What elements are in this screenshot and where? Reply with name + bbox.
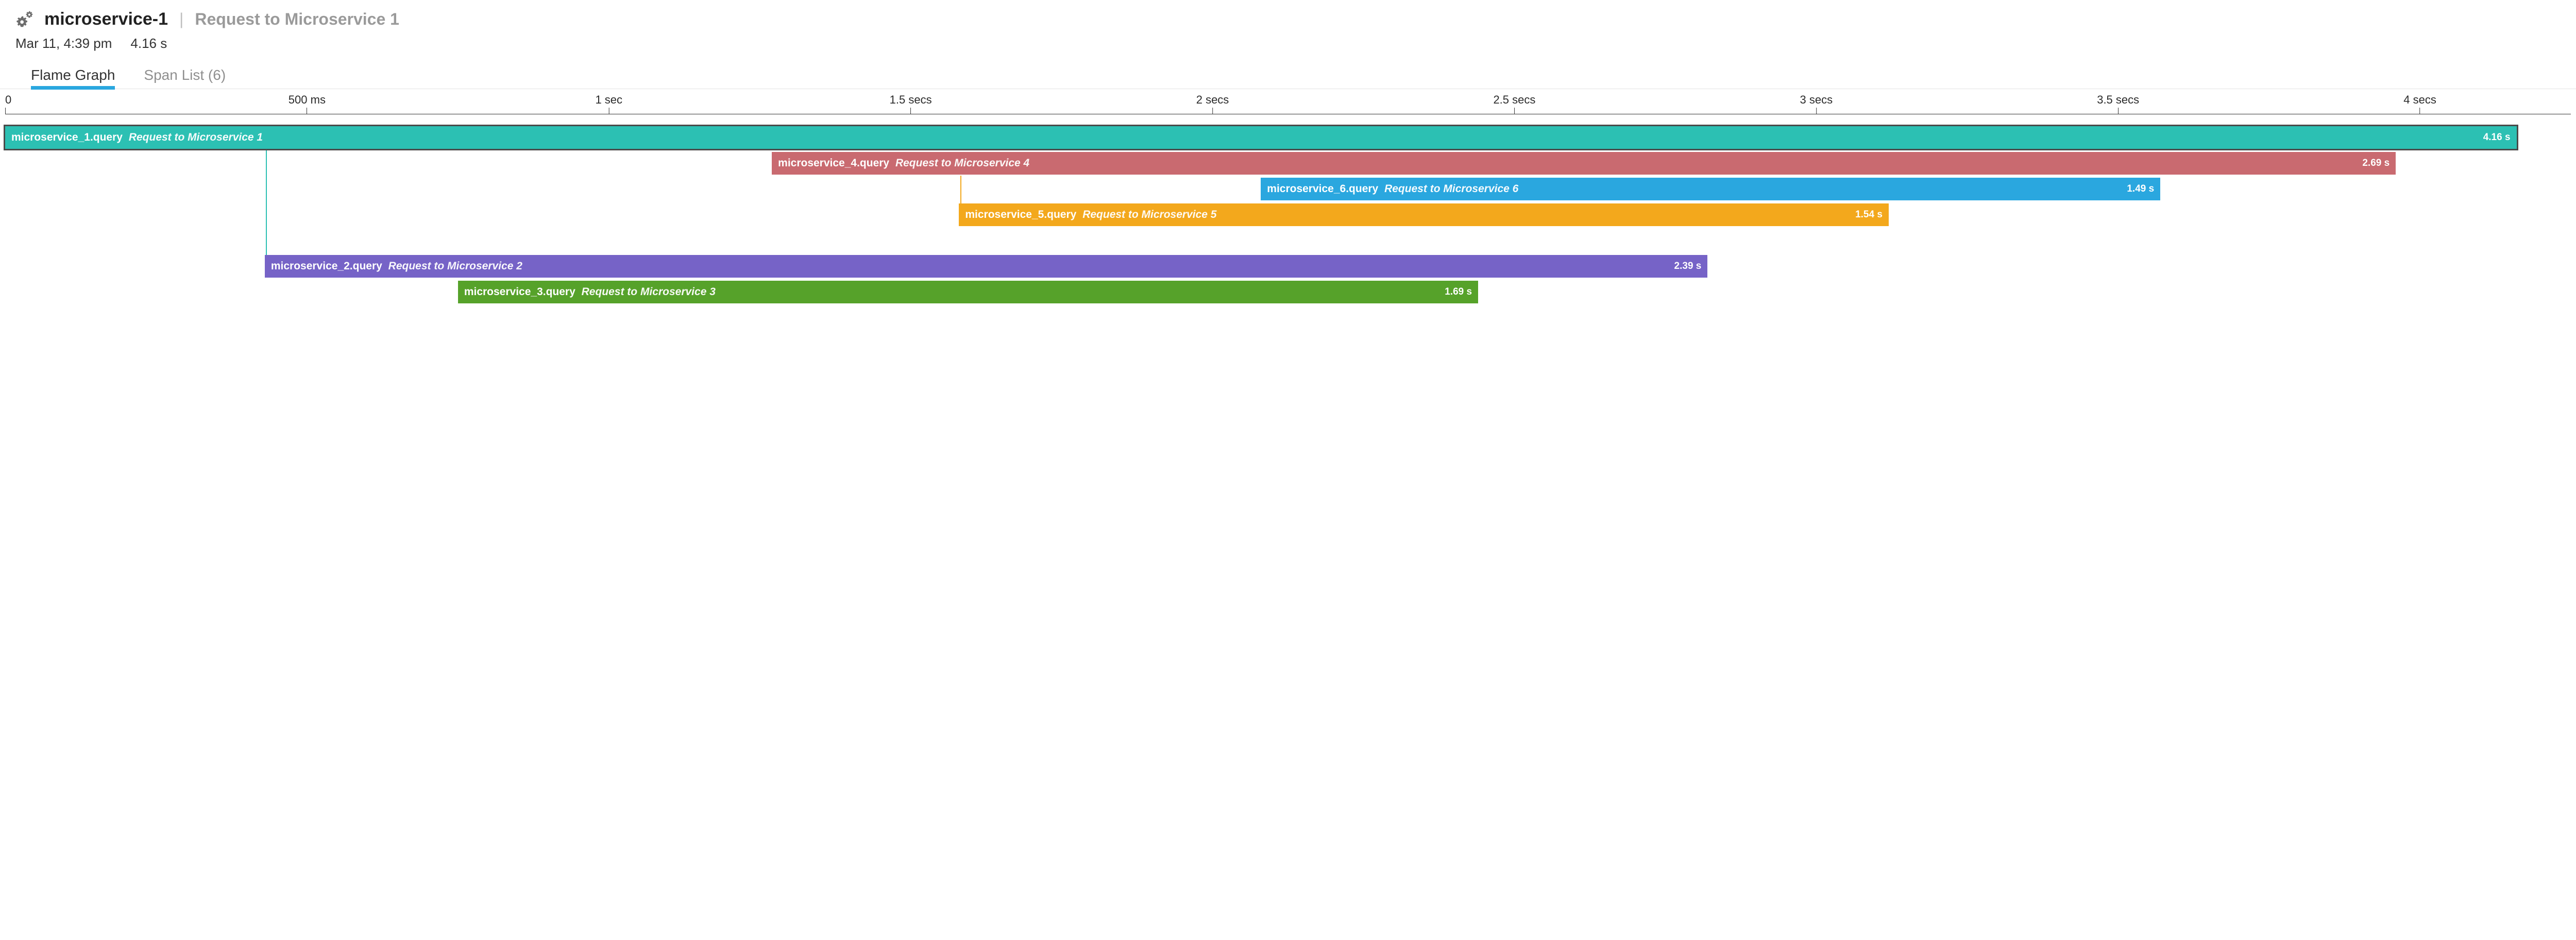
span-description: Request to Microservice 6 <box>1384 183 1518 195</box>
axis-tick: 1 sec <box>595 93 622 114</box>
axis-tick: 3 secs <box>1800 93 1833 114</box>
span-description: Request to Microservice 2 <box>388 260 522 272</box>
span-duration: 1.54 s <box>1855 209 1883 220</box>
axis-tick: 2 secs <box>1196 93 1229 114</box>
trace-subheader: Mar 11, 4:39 pm 4.16 s <box>0 32 2576 53</box>
trace-total-duration: 4.16 s <box>130 36 167 52</box>
gears-icon <box>15 10 35 29</box>
span-bar[interactable]: microservice_3.query Request to Microser… <box>458 281 1478 303</box>
span-operation: microservice_5.query <box>965 209 1079 220</box>
span-description: Request to Microservice 5 <box>1082 209 1216 220</box>
service-name: microservice-1 <box>44 9 168 29</box>
axis-tick-label: 1 sec <box>595 93 622 107</box>
axis-tick-label: 2.5 secs <box>1493 93 1535 107</box>
span-duration: 1.69 s <box>1445 286 1472 298</box>
trace-timestamp: Mar 11, 4:39 pm <box>15 36 112 52</box>
axis-tick-label: 2 secs <box>1196 93 1229 107</box>
axis-tick-label: 0 <box>5 93 11 107</box>
axis-tick-label: 500 ms <box>289 93 326 107</box>
axis-tick-label: 3.5 secs <box>2097 93 2139 107</box>
span-connector <box>266 150 267 256</box>
flame-graph: microservice_1.query Request to Microser… <box>0 126 2576 306</box>
span-duration: 4.16 s <box>2483 132 2511 143</box>
span-bar[interactable]: microservice_4.query Request to Microser… <box>772 152 2396 175</box>
axis-tick-label: 1.5 secs <box>890 93 932 107</box>
axis-tick-label: 4 secs <box>2403 93 2436 107</box>
axis-tick-label: 3 secs <box>1800 93 1833 107</box>
tab-span-list[interactable]: Span List (6) <box>144 67 226 89</box>
span-description: Request to Microservice 3 <box>582 286 716 298</box>
time-axis: 0 500 ms 1 sec 1.5 secs 2 secs 2.5 secs 3 secs… <box>0 93 2576 119</box>
flame-graph-inner: microservice_1.query Request to Microser… <box>5 126 2571 306</box>
axis-tick: 500 ms <box>289 93 326 114</box>
span-duration: 1.49 s <box>2127 183 2154 195</box>
axis-tick: 1.5 secs <box>890 93 932 114</box>
axis-tick: 2.5 secs <box>1493 93 1535 114</box>
trace-header: microservice-1 | Request to Microservice… <box>0 0 2576 32</box>
span-description: Request to Microservice 1 <box>129 131 263 143</box>
header-separator: | <box>177 10 185 29</box>
span-duration: 2.39 s <box>1674 261 1702 272</box>
span-operation: microservice_6.query <box>1267 183 1381 195</box>
view-tabs: Flame Graph Span List (6) <box>0 53 2576 89</box>
span-operation: microservice_3.query <box>464 286 579 298</box>
span-bar[interactable]: microservice_2.query Request to Microser… <box>265 255 1708 278</box>
span-connector <box>960 176 961 204</box>
span-operation: microservice_1.query <box>11 131 126 143</box>
span-operation: microservice_4.query <box>778 157 892 169</box>
span-bar[interactable]: microservice_6.query Request to Microser… <box>1261 178 2160 200</box>
axis-tick: 0 <box>5 93 11 114</box>
span-description: Request to Microservice 4 <box>895 157 1029 169</box>
span-bar[interactable]: microservice_1.query Request to Microser… <box>5 126 2517 149</box>
axis-tick: 4 secs <box>2403 93 2436 114</box>
span-bar[interactable]: microservice_5.query Request to Microser… <box>959 203 1889 226</box>
span-operation: microservice_2.query <box>271 260 385 272</box>
axis-tick: 3.5 secs <box>2097 93 2139 114</box>
span-duration: 2.69 s <box>2362 158 2389 169</box>
request-title: Request to Microservice 1 <box>195 10 399 29</box>
tab-flame-graph[interactable]: Flame Graph <box>31 67 115 89</box>
